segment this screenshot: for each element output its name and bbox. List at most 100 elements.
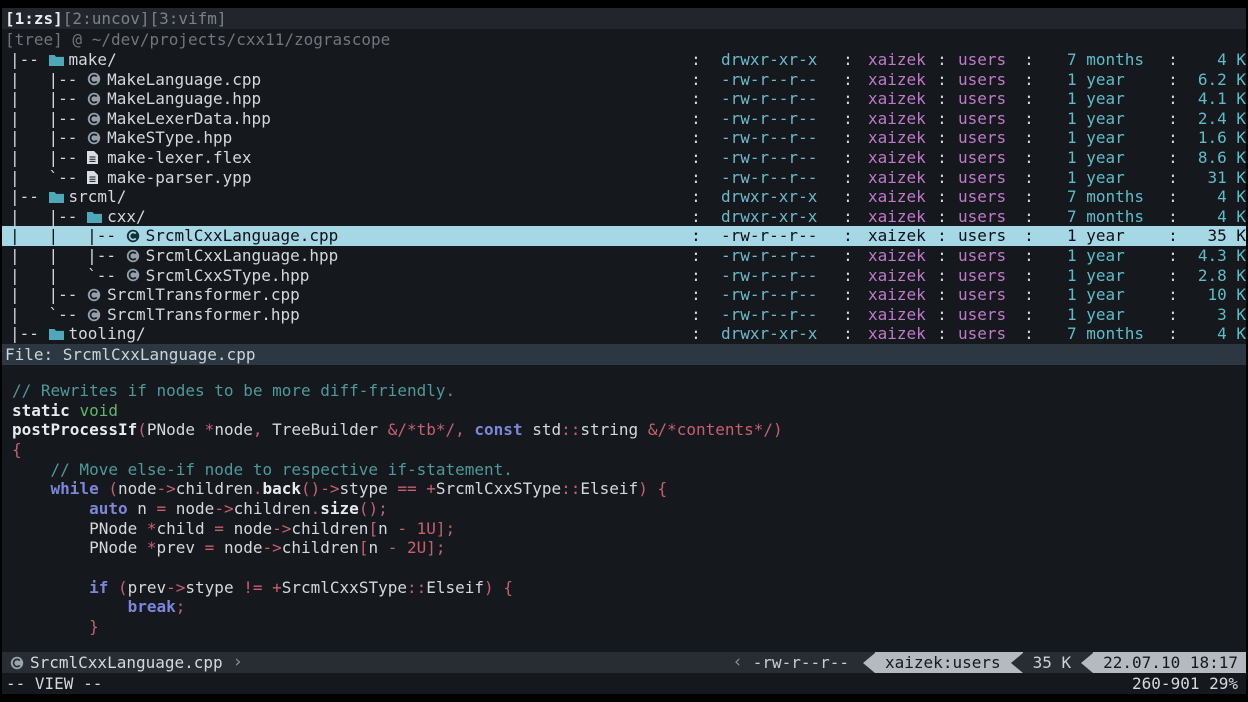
- tmux-window-vifm[interactable]: [3:vifm]: [150, 9, 227, 28]
- tmux-window-uncov[interactable]: [2:uncov]: [63, 9, 150, 28]
- column-separator: :: [1166, 89, 1180, 109]
- code-line: if (prev->stype != +SrcmlCxxSType::Elsei…: [12, 578, 1246, 598]
- col-size: 4 K: [1180, 324, 1246, 344]
- tree-row[interactable]: | |-- SrcmlTransformer.cpp:-rw-r--r--:xa…: [2, 285, 1246, 305]
- tree-branch: |--: [10, 187, 49, 207]
- statusline-mtime: 22.07.10 18:17: [1093, 652, 1246, 673]
- column-separator: :: [689, 207, 703, 227]
- tree-row[interactable]: | | |-- SrcmlCxxLanguage.hpp:-rw-r--r--:…: [2, 246, 1246, 266]
- column-separator: :: [935, 128, 949, 148]
- cpp-icon: [126, 249, 146, 263]
- column-separator: :: [1022, 246, 1036, 266]
- column-separator: :: [1022, 70, 1036, 90]
- tree-row[interactable]: | |-- MakeLanguage.cpp:-rw-r--r--:xaizek…: [2, 70, 1246, 90]
- tree-row[interactable]: | `-- SrcmlTransformer.hpp:-rw-r--r--:xa…: [2, 305, 1246, 325]
- terminal: [1:zs][2:uncov][3:vifm] [tree] @ ~/dev/p…: [2, 8, 1246, 694]
- code-line: break;: [12, 597, 1246, 617]
- file-tree: |-- make/:drwxr-xr-x:xaizek:users:7 mont…: [2, 50, 1246, 344]
- col-owner: xaizek: [868, 285, 926, 305]
- col-permissions: drwxr-xr-x: [721, 50, 817, 70]
- col-group: users: [958, 89, 1006, 109]
- column-separator: :: [935, 109, 949, 129]
- file-name: SrcmlTransformer.hpp: [107, 305, 689, 325]
- col-size: 31 K: [1180, 168, 1246, 188]
- col-permissions: drwxr-xr-x: [721, 207, 817, 227]
- col-permissions: -rw-r--r--: [721, 148, 817, 168]
- column-separator: :: [1022, 50, 1036, 70]
- tree-row[interactable]: | |-- make-lexer.flex:-rw-r--r--:xaizek:…: [2, 148, 1246, 168]
- code-line: // Move else-if node to respective if-st…: [12, 460, 1246, 480]
- col-age: 1 year: [1067, 70, 1144, 90]
- column-separator: :: [841, 148, 855, 168]
- code-line: PNode *prev = node->children[n - 2U];: [12, 538, 1246, 558]
- column-separator: :: [935, 226, 949, 246]
- tree-row[interactable]: | |-- MakeLanguage.hpp:-rw-r--r--:xaizek…: [2, 89, 1246, 109]
- powerline-separator-icon: [1011, 652, 1023, 673]
- col-permissions: drwxr-xr-x: [721, 324, 817, 344]
- chevron-right-icon: ›: [223, 652, 253, 673]
- cpp-icon: [87, 308, 107, 322]
- mode-indicator: -- VIEW --: [6, 673, 102, 694]
- col-permissions: -rw-r--r--: [721, 226, 817, 246]
- column-separator: :: [935, 148, 949, 168]
- column-separator: :: [1022, 305, 1036, 325]
- tree-row[interactable]: | | `-- SrcmlCxxSType.hpp:-rw-r--r--:xai…: [2, 266, 1246, 286]
- col-age: 7 months: [1067, 187, 1144, 207]
- col-permissions: -rw-r--r--: [721, 89, 817, 109]
- col-age: 1 year: [1067, 226, 1144, 246]
- col-group: users: [958, 324, 1006, 344]
- column-separator: :: [689, 168, 703, 188]
- column-separator: :: [935, 70, 949, 90]
- col-size: 6.2 K: [1180, 70, 1246, 90]
- col-group: users: [958, 50, 1006, 70]
- tmux-status-bar: [1:zs][2:uncov][3:vifm]: [2, 8, 1246, 29]
- column-separator: :: [841, 246, 855, 266]
- tmux-window-zs[interactable]: [1:zs]: [5, 9, 63, 28]
- tree-branch: | | |--: [10, 226, 126, 246]
- column-separator: :: [1022, 207, 1036, 227]
- col-size: 10 K: [1180, 285, 1246, 305]
- folder-icon: [49, 54, 69, 66]
- col-owner: xaizek: [868, 89, 926, 109]
- tree-row[interactable]: | |-- cxx/:drwxr-xr-x:xaizek:users:7 mon…: [2, 207, 1246, 227]
- col-age: 1 year: [1067, 148, 1144, 168]
- doc-icon: [87, 151, 107, 164]
- column-separator: :: [1022, 226, 1036, 246]
- code-line: PNode *child = node->children[n - 1U];: [12, 519, 1246, 539]
- column-separator: :: [935, 305, 949, 325]
- col-group: users: [958, 109, 1006, 129]
- file-name: MakeLanguage.hpp: [107, 89, 689, 109]
- statusline-owner-group: xaizek:users: [875, 652, 1011, 673]
- tree-row[interactable]: | | |-- SrcmlCxxLanguage.cpp:-rw-r--r--:…: [2, 226, 1246, 246]
- col-age: 1 year: [1067, 305, 1144, 325]
- col-owner: xaizek: [868, 266, 926, 286]
- column-separator: :: [1022, 285, 1036, 305]
- file-name: MakeLexerData.hpp: [107, 109, 689, 129]
- column-separator: :: [841, 89, 855, 109]
- tree-row[interactable]: |-- tooling/:drwxr-xr-x:xaizek:users:7 m…: [2, 324, 1246, 344]
- column-separator: :: [689, 324, 703, 344]
- cpp-icon: [87, 72, 107, 86]
- col-age: 1 year: [1067, 266, 1144, 286]
- code-line: while (node->children.back()->stype == +…: [12, 479, 1246, 499]
- column-separator: :: [841, 70, 855, 90]
- tree-row[interactable]: | `-- make-parser.ypp:-rw-r--r--:xaizek:…: [2, 168, 1246, 188]
- code-preview: // Rewrites if nodes to be more diff-fri…: [2, 365, 1246, 652]
- folder-icon: [49, 328, 69, 340]
- column-separator: :: [935, 266, 949, 286]
- tree-row[interactable]: | |-- MakeLexerData.hpp:-rw-r--r--:xaize…: [2, 109, 1246, 129]
- cpp-icon: [126, 229, 146, 243]
- col-size: 4 K: [1180, 50, 1246, 70]
- tree-row[interactable]: | |-- MakeSType.hpp:-rw-r--r--:xaizek:us…: [2, 128, 1246, 148]
- column-separator: :: [1166, 168, 1180, 188]
- col-age: 7 months: [1067, 50, 1144, 70]
- column-separator: :: [935, 285, 949, 305]
- file-name: cxx/: [107, 207, 689, 227]
- tree-row[interactable]: |-- srcml/:drwxr-xr-x:xaizek:users:7 mon…: [2, 187, 1246, 207]
- file-name: tooling/: [69, 324, 689, 344]
- column-separator: :: [1166, 226, 1180, 246]
- tree-row[interactable]: |-- make/:drwxr-xr-x:xaizek:users:7 mont…: [2, 50, 1246, 70]
- preview-header: File: SrcmlCxxLanguage.cpp: [2, 344, 1246, 365]
- column-separator: :: [935, 324, 949, 344]
- col-size: 4 K: [1180, 187, 1246, 207]
